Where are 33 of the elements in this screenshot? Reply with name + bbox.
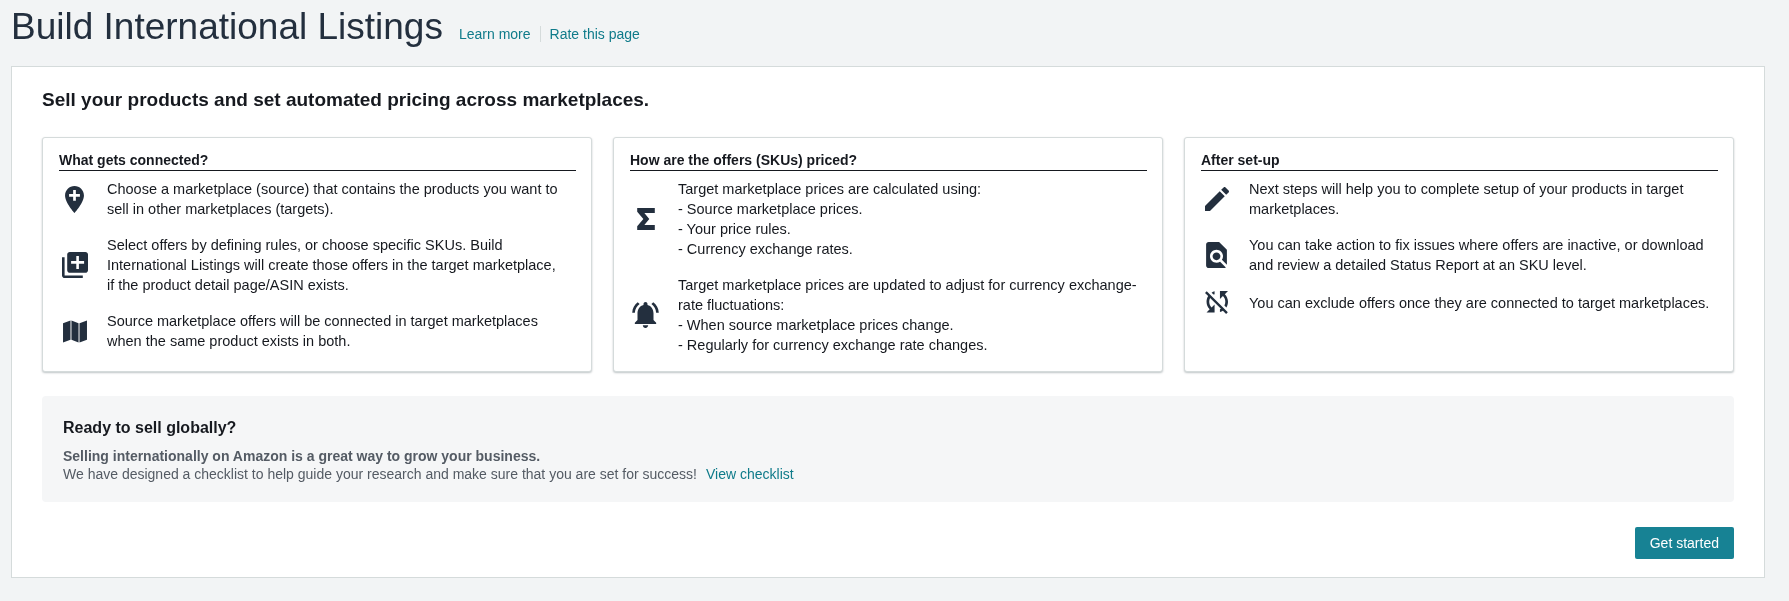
list-item-text: - When source marketplace prices change.: [678, 316, 955, 335]
sigma-icon: [636, 208, 655, 230]
pencil-icon: [1204, 187, 1229, 211]
card-title: After set-up: [1201, 150, 1718, 171]
folded-map-icon: [62, 319, 87, 343]
card-title: What gets connected?: [59, 150, 576, 171]
item-description: You can exclude offers once they are connected to target marketplaces.: [1249, 293, 1711, 313]
item-description: Select offers by defining rules, or choose specific SKUs. Build International Listings will create those offers in the target marketplace, if the product detail page/ASIN exists.: [107, 236, 557, 295]
callout-lead: Selling internationally on Amazon is a great way to grow your business.: [63, 447, 542, 465]
page-title: Build International Listings: [11, 5, 443, 49]
list-item-text: - Regularly for currency exchange rate changes.: [678, 336, 989, 355]
rate-page-link[interactable]: Rate this page: [549, 24, 640, 44]
callout-text: We have designed a checklist to help guide your research and make sure that you are set for success!: [63, 465, 697, 483]
learn-more-link[interactable]: Learn more: [458, 24, 531, 44]
list-item-text: - Source marketplace prices.: [678, 200, 864, 219]
item-description: Choose a marketplace (source) that contains the products you want to sell in other marketplaces (targets).: [107, 180, 559, 219]
view-checklist-link[interactable]: View checklist: [706, 465, 794, 483]
item-description: Next steps will help you to complete setup of your products in target marketplaces.: [1249, 180, 1685, 219]
stacked-squares-plus-icon: [61, 252, 88, 278]
get-started-button[interactable]: Get started: [1634, 527, 1734, 559]
sync-off-icon: [1205, 291, 1228, 314]
list-item-text: - Your price rules.: [678, 220, 792, 239]
item-description: You can take action to fix issues where offers are inactive, or download and review a detailed Status Report at an SKU level.: [1249, 236, 1705, 275]
document-magnifier-icon: [1206, 242, 1227, 268]
intro-text: Target marketplace prices are updated to adjust for currency exchange-rate fluctuations:: [678, 276, 1138, 315]
ringing-bell-icon: [632, 302, 659, 328]
list-item-text: - Currency exchange rates.: [678, 240, 854, 259]
item-description: Source marketplace offers will be connected in target marketplaces when the same product exists in both.: [107, 312, 539, 351]
card-title: How are the offers (SKUs) priced?: [630, 150, 1147, 171]
panel-heading: Sell your products and set automated pricing across marketplaces.: [42, 88, 651, 112]
location-pin-plus-icon: [65, 185, 84, 213]
callout-title: Ready to sell globally?: [63, 418, 238, 438]
intro-text: Target marketplace prices are calculated using:: [678, 180, 983, 199]
